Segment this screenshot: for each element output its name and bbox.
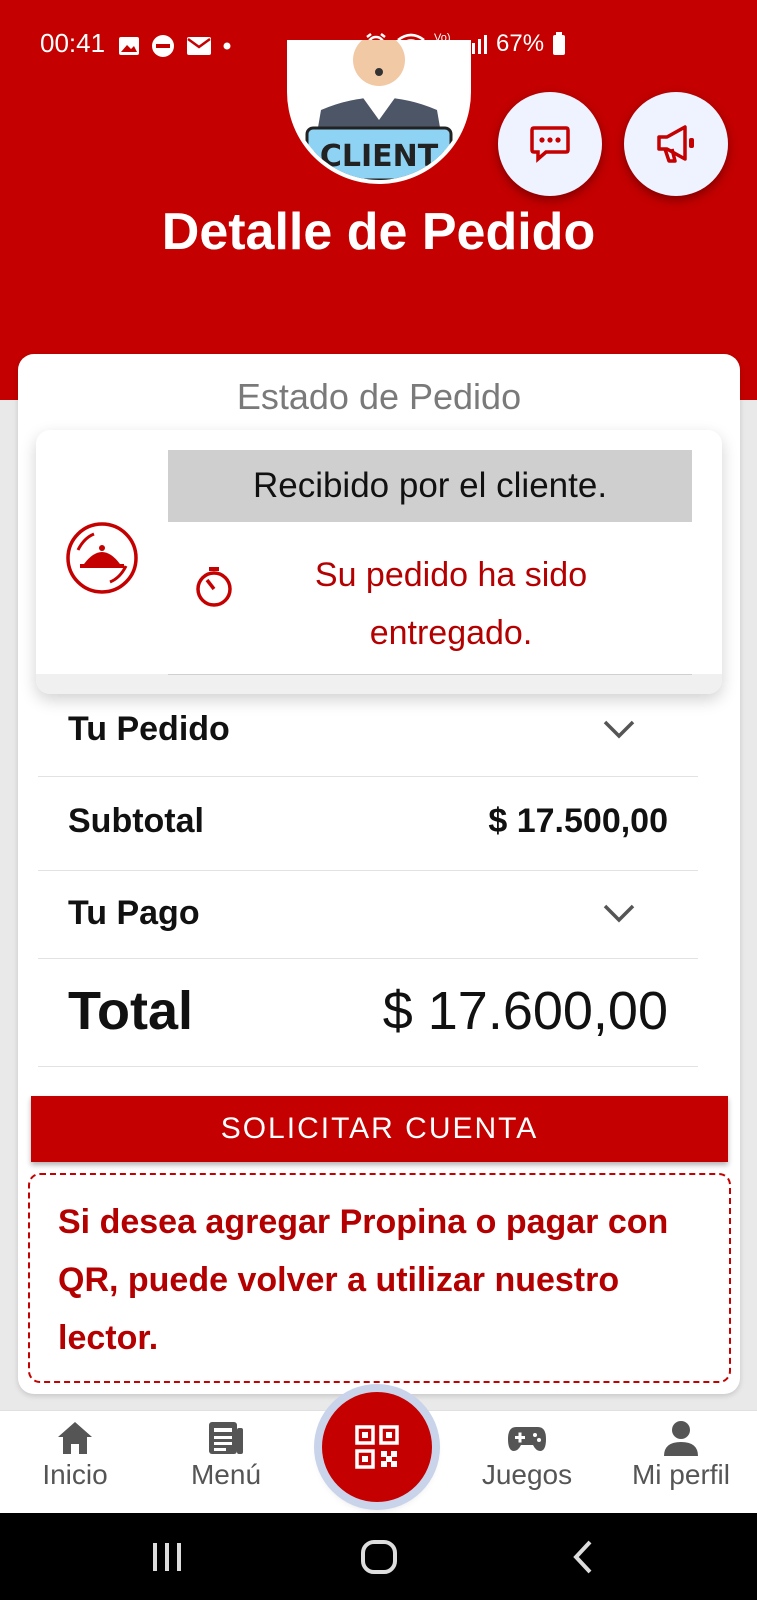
announcement-button[interactable]	[624, 92, 728, 196]
nav-mi-perfil[interactable]: Mi perfil	[606, 1419, 756, 1491]
solicitar-cuenta-button[interactable]: SOLICITAR CUENTA	[31, 1096, 728, 1162]
nav-inicio-label: Inicio	[42, 1459, 108, 1490]
qr-scan-button[interactable]	[322, 1392, 432, 1502]
status-time: 00:41	[40, 28, 106, 58]
nav-mi-perfil-label: Mi perfil	[631, 1459, 730, 1490]
gallery-icon	[119, 37, 139, 55]
delivery-cloche-icon	[66, 522, 138, 594]
home-icon	[58, 1422, 92, 1454]
total-row: Total $ 17.600,00	[38, 958, 698, 1067]
tu-pago-label: Tu Pago	[68, 894, 200, 932]
home-nav-icon[interactable]	[360, 1539, 398, 1575]
subtotal-value: $ 17.500,00	[488, 802, 668, 840]
nav-menu-label: Menú	[190, 1459, 262, 1490]
megaphone-icon	[657, 125, 694, 163]
chevron-down-icon[interactable]	[602, 902, 636, 924]
client-illustration: CLIENT	[291, 40, 467, 180]
subtotal-label: Subtotal	[68, 802, 204, 840]
order-status-message: Su pedido ha sido entregado.	[248, 546, 654, 662]
order-status-label: Estado de Pedido	[236, 376, 522, 417]
notification-icons	[118, 34, 232, 58]
tu-pedido-label: Tu Pedido	[68, 710, 230, 748]
nav-juegos[interactable]: Juegos	[462, 1419, 592, 1491]
recent-apps-icon[interactable]	[150, 1541, 184, 1573]
battery-icon	[553, 32, 566, 55]
page-title: Detalle de Pedido	[161, 203, 596, 261]
order-state: Recibido por el cliente.	[168, 450, 692, 522]
avatar-label: CLIENT	[320, 139, 439, 174]
nav-menu[interactable]: Menú	[161, 1419, 291, 1491]
tip-qr-note: Si desea agregar Propina o pagar con QR,…	[28, 1173, 731, 1383]
chat-button[interactable]	[498, 92, 602, 196]
gamepad-icon	[508, 1427, 546, 1451]
qr-code-icon	[355, 1425, 399, 1469]
total-label: Total	[68, 981, 193, 1041]
nav-juegos-label: Juegos	[481, 1459, 573, 1490]
status-message-line1: Su pedido ha sido	[314, 556, 588, 594]
tu-pedido-row[interactable]: Tu Pedido	[38, 684, 698, 777]
nav-inicio[interactable]: Inicio	[10, 1419, 140, 1491]
app-notification-icon	[152, 35, 174, 57]
total-value: $ 17.600,00	[382, 981, 668, 1041]
person-icon	[664, 1421, 698, 1456]
system-navigation-bar	[0, 1513, 757, 1600]
subtotal-row: Subtotal $ 17.500,00	[38, 776, 698, 871]
dot-icon	[223, 42, 231, 50]
menu-book-icon	[209, 1422, 243, 1454]
tu-pago-row[interactable]: Tu Pago	[38, 870, 698, 959]
back-icon[interactable]	[570, 1539, 596, 1575]
mail-icon	[187, 37, 211, 55]
battery-percent: 67%	[496, 30, 545, 57]
chat-icon	[530, 126, 570, 163]
timer-icon	[196, 567, 232, 607]
status-message-line2: entregado.	[369, 614, 533, 652]
status-divider	[168, 674, 692, 675]
chevron-down-icon[interactable]	[602, 718, 636, 740]
order-status-box: Recibido por el cliente. Su pedido ha si…	[36, 430, 722, 694]
